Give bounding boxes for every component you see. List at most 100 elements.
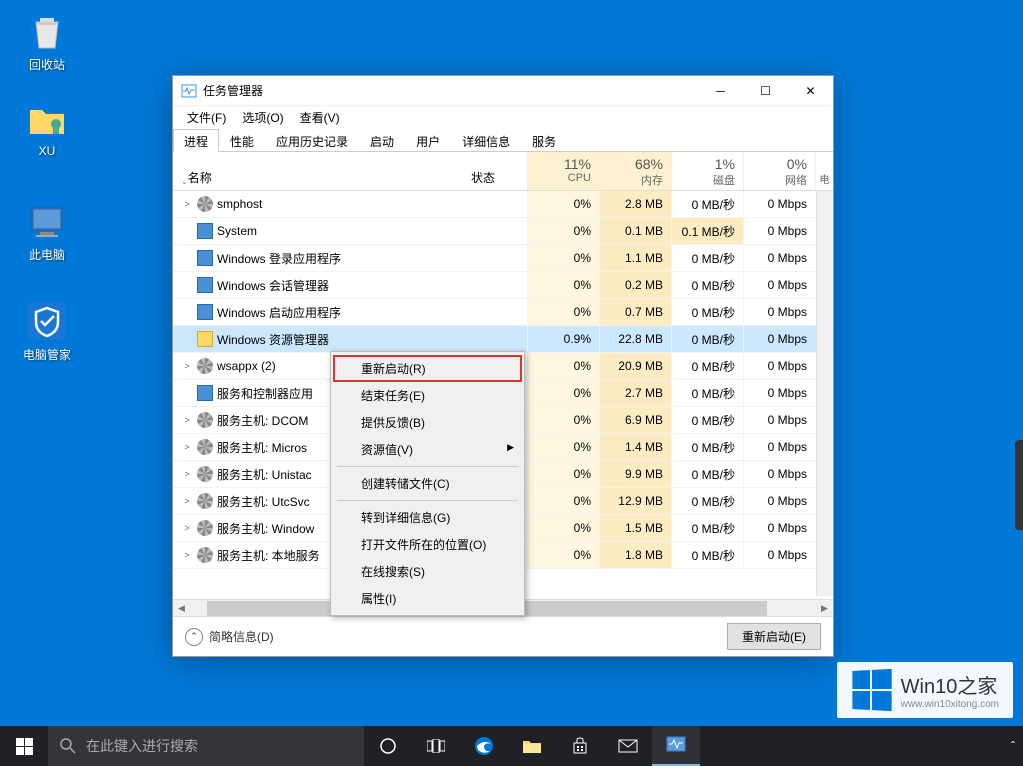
- context-menu-item[interactable]: 打开文件所在的位置(O): [333, 531, 522, 558]
- tab-processes[interactable]: 进程: [173, 129, 219, 152]
- column-cpu[interactable]: 11%CPU: [527, 152, 599, 190]
- process-icon: [197, 466, 213, 482]
- process-name: 服务主机: DCOM: [217, 412, 308, 429]
- context-menu-item[interactable]: 创建转储文件(C): [333, 470, 522, 497]
- task-manager-icon: [181, 83, 197, 99]
- desktop-icon-label: XU: [12, 144, 82, 158]
- tab-performance[interactable]: 性能: [219, 129, 265, 152]
- cpu-cell: 0%: [527, 542, 599, 568]
- expand-toggle[interactable]: >: [181, 415, 193, 425]
- network-cell: 0 Mbps: [743, 272, 815, 298]
- disk-cell: 0 MB/秒: [671, 245, 743, 271]
- process-name: 服务主机: Window: [217, 520, 314, 537]
- desktop-icon-recycle-bin[interactable]: 回收站: [12, 10, 82, 73]
- process-icon: [197, 223, 213, 239]
- process-icon: [197, 493, 213, 509]
- expand-toggle[interactable]: >: [181, 199, 193, 209]
- start-button[interactable]: [0, 726, 48, 766]
- window-title: 任务管理器: [203, 82, 698, 99]
- this-pc-icon: [26, 200, 68, 242]
- column-extra[interactable]: 电: [815, 152, 833, 190]
- cpu-cell: 0%: [527, 488, 599, 514]
- expand-toggle[interactable]: >: [181, 361, 193, 371]
- expand-toggle[interactable]: >: [181, 469, 193, 479]
- tray-chevron-icon[interactable]: ˆ: [1011, 739, 1015, 753]
- folder-icon: [26, 98, 68, 140]
- tab-users[interactable]: 用户: [405, 129, 451, 152]
- tab-app-history[interactable]: 应用历史记录: [265, 129, 359, 152]
- restart-button[interactable]: 重新启动(E): [727, 623, 821, 650]
- context-menu-item[interactable]: 提供反馈(B): [333, 409, 522, 436]
- column-memory[interactable]: 68%内存: [599, 152, 671, 190]
- context-menu-item[interactable]: 在线搜索(S): [333, 558, 522, 585]
- network-cell: 0 Mbps: [743, 326, 815, 352]
- expand-toggle[interactable]: >: [181, 523, 193, 533]
- column-name[interactable]: ⌄名称: [173, 152, 467, 190]
- memory-cell: 1.4 MB: [599, 434, 671, 460]
- tab-startup[interactable]: 启动: [359, 129, 405, 152]
- cpu-cell: 0%: [527, 461, 599, 487]
- column-network[interactable]: 0%网络: [743, 152, 815, 190]
- process-icon: [197, 385, 213, 401]
- taskbar-taskmgr-running[interactable]: [652, 726, 700, 766]
- memory-cell: 1.5 MB: [599, 515, 671, 541]
- expand-toggle[interactable]: >: [181, 550, 193, 560]
- context-menu-item[interactable]: 属性(I): [333, 585, 522, 612]
- memory-cell: 0.1 MB: [599, 218, 671, 244]
- desktop-icon-folder-xu[interactable]: XU: [12, 98, 82, 158]
- process-name: System: [217, 224, 257, 238]
- guanjia-icon: [26, 300, 68, 342]
- cpu-cell: 0%: [527, 245, 599, 271]
- taskbar-store[interactable]: [556, 726, 604, 766]
- process-icon: [197, 196, 213, 212]
- side-handle[interactable]: [1015, 440, 1023, 530]
- network-cell: 0 Mbps: [743, 299, 815, 325]
- menu-options[interactable]: 选项(O): [234, 107, 291, 128]
- context-menu-item[interactable]: 资源值(V)▶: [333, 436, 522, 463]
- taskbar-explorer[interactable]: [508, 726, 556, 766]
- table-row[interactable]: Windows 启动应用程序0%0.7 MB0 MB/秒0 Mbps: [173, 299, 833, 326]
- menu-view[interactable]: 查看(V): [292, 107, 348, 128]
- taskbar-taskview[interactable]: [412, 726, 460, 766]
- tab-details[interactable]: 详细信息: [451, 129, 521, 152]
- taskbar-edge[interactable]: [460, 726, 508, 766]
- table-row[interactable]: >smphost0%2.8 MB0 MB/秒0 Mbps: [173, 191, 833, 218]
- column-status[interactable]: 状态: [467, 152, 527, 190]
- network-cell: 0 Mbps: [743, 380, 815, 406]
- windows-icon: [16, 738, 33, 755]
- table-row[interactable]: Windows 资源管理器0.9%22.8 MB0 MB/秒0 Mbps: [173, 326, 833, 353]
- disk-cell: 0 MB/秒: [671, 380, 743, 406]
- column-disk[interactable]: 1%磁盘: [671, 152, 743, 190]
- cpu-cell: 0%: [527, 515, 599, 541]
- context-menu-item[interactable]: 转到详细信息(G): [333, 504, 522, 531]
- process-name: Windows 资源管理器: [217, 331, 329, 348]
- network-cell: 0 Mbps: [743, 218, 815, 244]
- tab-services[interactable]: 服务: [521, 129, 567, 152]
- watermark: Win10之家 www.win10xitong.com: [837, 662, 1013, 718]
- system-tray[interactable]: ˆ: [1011, 739, 1023, 753]
- search-icon: [60, 738, 76, 754]
- maximize-button[interactable]: ☐: [743, 76, 788, 106]
- table-row[interactable]: Windows 登录应用程序0%1.1 MB0 MB/秒0 Mbps: [173, 245, 833, 272]
- table-row[interactable]: Windows 会话管理器0%0.2 MB0 MB/秒0 Mbps: [173, 272, 833, 299]
- memory-cell: 12.9 MB: [599, 488, 671, 514]
- fewer-details-toggle[interactable]: ⌃ 简略信息(D): [185, 628, 274, 646]
- desktop-icon-guanjia[interactable]: 电脑管家: [12, 300, 82, 363]
- taskbar-search[interactable]: 在此键入进行搜索: [48, 726, 364, 766]
- minimize-button[interactable]: ─: [698, 76, 743, 106]
- context-menu-item[interactable]: 结束任务(E): [333, 382, 522, 409]
- taskbar-mail[interactable]: [604, 726, 652, 766]
- process-name: 服务主机: Micros: [217, 439, 307, 456]
- close-button[interactable]: ✕: [788, 76, 833, 106]
- process-icon: [197, 520, 213, 536]
- expand-toggle[interactable]: >: [181, 496, 193, 506]
- context-menu-item[interactable]: 重新启动(R): [333, 355, 522, 382]
- expand-toggle[interactable]: >: [181, 442, 193, 452]
- menu-file[interactable]: 文件(F): [179, 107, 234, 128]
- table-row[interactable]: System0%0.1 MB0.1 MB/秒0 Mbps: [173, 218, 833, 245]
- vertical-scrollbar[interactable]: [816, 191, 833, 596]
- titlebar[interactable]: 任务管理器 ─ ☐ ✕: [173, 76, 833, 106]
- taskbar-cortana[interactable]: [364, 726, 412, 766]
- desktop-icon-this-pc[interactable]: 此电脑: [12, 200, 82, 263]
- process-icon: [197, 358, 213, 374]
